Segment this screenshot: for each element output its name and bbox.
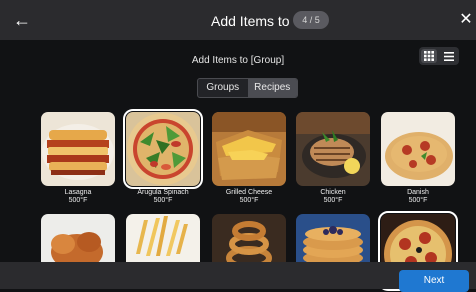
view-toggle [419, 47, 459, 65]
recipe-tile-grilled-cheese[interactable] [212, 112, 286, 186]
section-subtitle: Add Items to [Group] [191, 55, 285, 66]
tab-groups[interactable]: Groups [198, 79, 248, 97]
list-view-icon[interactable] [441, 49, 457, 63]
grilled-cheese-image [212, 112, 286, 186]
step-indicator: 4 / 5 [293, 11, 329, 29]
recipe-temp-label: 500°F [68, 197, 88, 204]
lasagna-image [41, 112, 115, 186]
danish-pizza-image [381, 112, 455, 186]
recipe-temp-label: 500°F [323, 197, 343, 204]
back-arrow-icon[interactable]: ← [10, 8, 34, 32]
recipe-temp-label: 500°F [408, 197, 428, 204]
recipe-name-label: Danish [407, 189, 429, 196]
recipe-tile-danish[interactable] [381, 112, 455, 186]
recipe-tile-lasagna[interactable] [41, 112, 115, 186]
recipe-tile-chicken[interactable] [296, 112, 370, 186]
recipe-temp-label: 500°F [239, 197, 259, 204]
arugula-pizza-image [126, 112, 200, 186]
recipe-name-label: Arugula Spinach [137, 189, 189, 196]
grid-view-icon[interactable] [421, 49, 437, 63]
chicken-image [296, 112, 370, 186]
recipe-tile-arugula-spinach[interactable] [123, 109, 203, 189]
recipe-temp-label: 500°F [153, 197, 173, 204]
recipe-name-label: Grilled Cheese [225, 189, 273, 196]
recipe-name-label: Chicken [320, 189, 346, 196]
groups-recipes-segment: Groups Recipes [197, 78, 298, 98]
page-title: Add Items to [211, 13, 290, 29]
close-icon[interactable]: ✕ [456, 8, 476, 32]
tab-recipes[interactable]: Recipes [247, 79, 297, 97]
recipe-name-label: Lasagna [64, 189, 92, 196]
